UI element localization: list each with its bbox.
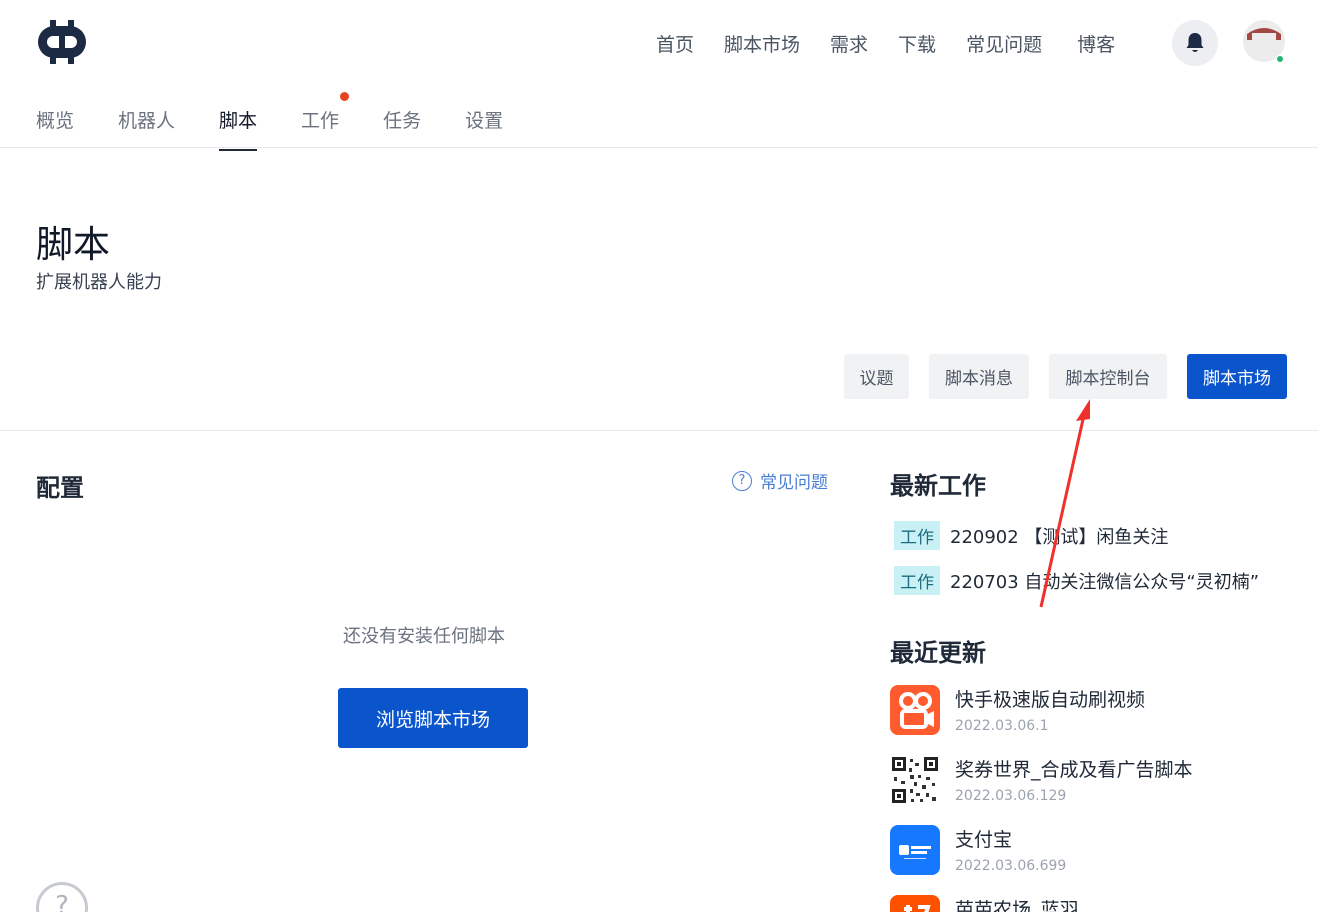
- update-item[interactable]: 芭芭农场_蓝羽: [890, 895, 1079, 912]
- divider: [0, 430, 1318, 431]
- nav-download[interactable]: 下载: [898, 30, 936, 57]
- alipay-icon: [890, 825, 940, 875]
- update-version: 2022.03.06.699: [955, 858, 1067, 874]
- topics-button[interactable]: 议题: [844, 354, 909, 399]
- top-nav: 首页 脚本市场 需求 下载 常见问题 博客: [656, 30, 1115, 57]
- update-item[interactable]: 奖券世界_合成及看广告脚本 2022.03.06.129: [890, 755, 1193, 805]
- nav-script-market[interactable]: 脚本市场: [724, 30, 800, 57]
- update-version: 2022.03.06.1: [955, 718, 1049, 734]
- divider: [0, 147, 1318, 148]
- empty-state-text: 还没有安装任何脚本: [343, 626, 505, 647]
- browse-market-button[interactable]: 浏览脚本市场: [338, 688, 528, 748]
- script-messages-button[interactable]: 脚本消息: [929, 354, 1029, 399]
- tab-robots[interactable]: 机器人: [118, 106, 175, 151]
- bell-icon: [1186, 33, 1204, 52]
- notification-dot: [340, 92, 350, 101]
- script-console-button[interactable]: 脚本控制台: [1049, 354, 1167, 399]
- update-name: 奖券世界_合成及看广告脚本: [955, 759, 1193, 781]
- recent-updates-title: 最近更新: [890, 639, 986, 667]
- kuaishou-icon: [890, 685, 940, 735]
- job-badge: 工作: [894, 566, 940, 595]
- sub-nav: 概览 机器人 脚本 工作 任务 设置: [36, 92, 547, 151]
- tab-settings[interactable]: 设置: [465, 106, 503, 151]
- update-name: 快手极速版自动刷视频: [955, 689, 1146, 711]
- faq-link-label: 常见问题: [760, 473, 828, 493]
- update-item[interactable]: 支付宝 2022.03.06.699: [890, 825, 1066, 875]
- update-name: 芭芭农场_蓝羽: [955, 899, 1079, 912]
- update-version: 2022.03.06.129: [955, 788, 1067, 804]
- help-icon[interactable]: ?: [36, 882, 88, 912]
- update-name: 支付宝: [955, 829, 1013, 851]
- page-title: 脚本: [36, 223, 110, 266]
- tab-jobs[interactable]: 工作: [301, 92, 350, 151]
- job-title: 220703 自动关注微信公众号“灵初楠”: [950, 571, 1260, 593]
- config-title: 配置: [36, 474, 84, 502]
- latest-jobs-title: 最新工作: [890, 472, 986, 500]
- qrcode-icon: [890, 755, 940, 805]
- nav-requests[interactable]: 需求: [830, 30, 868, 57]
- tab-overview[interactable]: 概览: [36, 106, 74, 151]
- faq-link[interactable]: ? 常见问题: [732, 468, 828, 493]
- robot-logo-icon[interactable]: [36, 20, 88, 64]
- update-item[interactable]: 快手极速版自动刷视频 2022.03.06.1: [890, 685, 1145, 735]
- nav-home[interactable]: 首页: [656, 30, 694, 57]
- taobao-icon: [890, 895, 940, 912]
- tab-scripts[interactable]: 脚本: [219, 106, 258, 151]
- tab-jobs-label: 工作: [301, 110, 340, 132]
- notifications-button[interactable]: [1172, 20, 1218, 66]
- annotation-arrow-icon: [1039, 399, 1090, 608]
- job-badge: 工作: [894, 521, 940, 550]
- script-market-button[interactable]: 脚本市场: [1187, 354, 1287, 399]
- nav-blog[interactable]: 博客: [1077, 30, 1115, 57]
- tab-tasks[interactable]: 任务: [383, 106, 421, 151]
- question-icon: ?: [732, 470, 752, 491]
- nav-faq[interactable]: 常见问题: [966, 30, 1042, 57]
- online-status-dot: [1276, 55, 1284, 63]
- page-subtitle: 扩展机器人能力: [36, 272, 162, 293]
